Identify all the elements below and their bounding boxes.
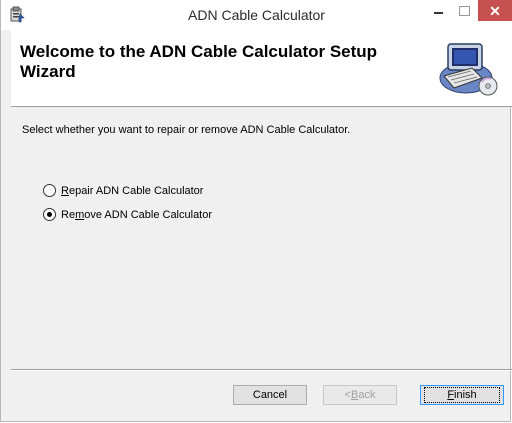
radio-selected-dot (47, 212, 52, 217)
finish-button[interactable]: Finish (420, 385, 504, 405)
minimize-icon (433, 12, 443, 14)
repair-label: Repair ADN Cable Calculator (61, 184, 204, 197)
remove-option[interactable]: Remove ADN Cable Calculator (43, 208, 212, 221)
remove-label: Remove ADN Cable Calculator (61, 208, 213, 221)
page-title: Welcome to the ADN Cable Calculator Setu… (20, 42, 378, 81)
finish-label: Finish (424, 387, 500, 403)
setup-wizard-window: ADN Cable Calculator ✕ Welcome to the AD… (0, 0, 512, 422)
close-button[interactable]: ✕ (478, 0, 512, 21)
maximize-icon (458, 6, 470, 16)
maximize-button[interactable] (451, 0, 477, 22)
repair-radio[interactable] (43, 184, 56, 197)
footer-divider (11, 369, 512, 371)
instruction-text: Select whether you want to repair or rem… (22, 124, 351, 136)
remove-radio[interactable] (43, 208, 56, 221)
cancel-button[interactable]: Cancel (233, 385, 307, 405)
wizard-header: Welcome to the ADN Cable Calculator Setu… (11, 30, 512, 107)
back-button[interactable]: < Back (323, 385, 397, 405)
computer-disc-icon (439, 43, 498, 96)
close-icon: ✕ (489, 2, 501, 19)
repair-option[interactable]: Repair ADN Cable Calculator (43, 184, 203, 197)
minimize-button[interactable] (425, 0, 451, 22)
title-bar[interactable]: ADN Cable Calculator ✕ (1, 0, 512, 30)
